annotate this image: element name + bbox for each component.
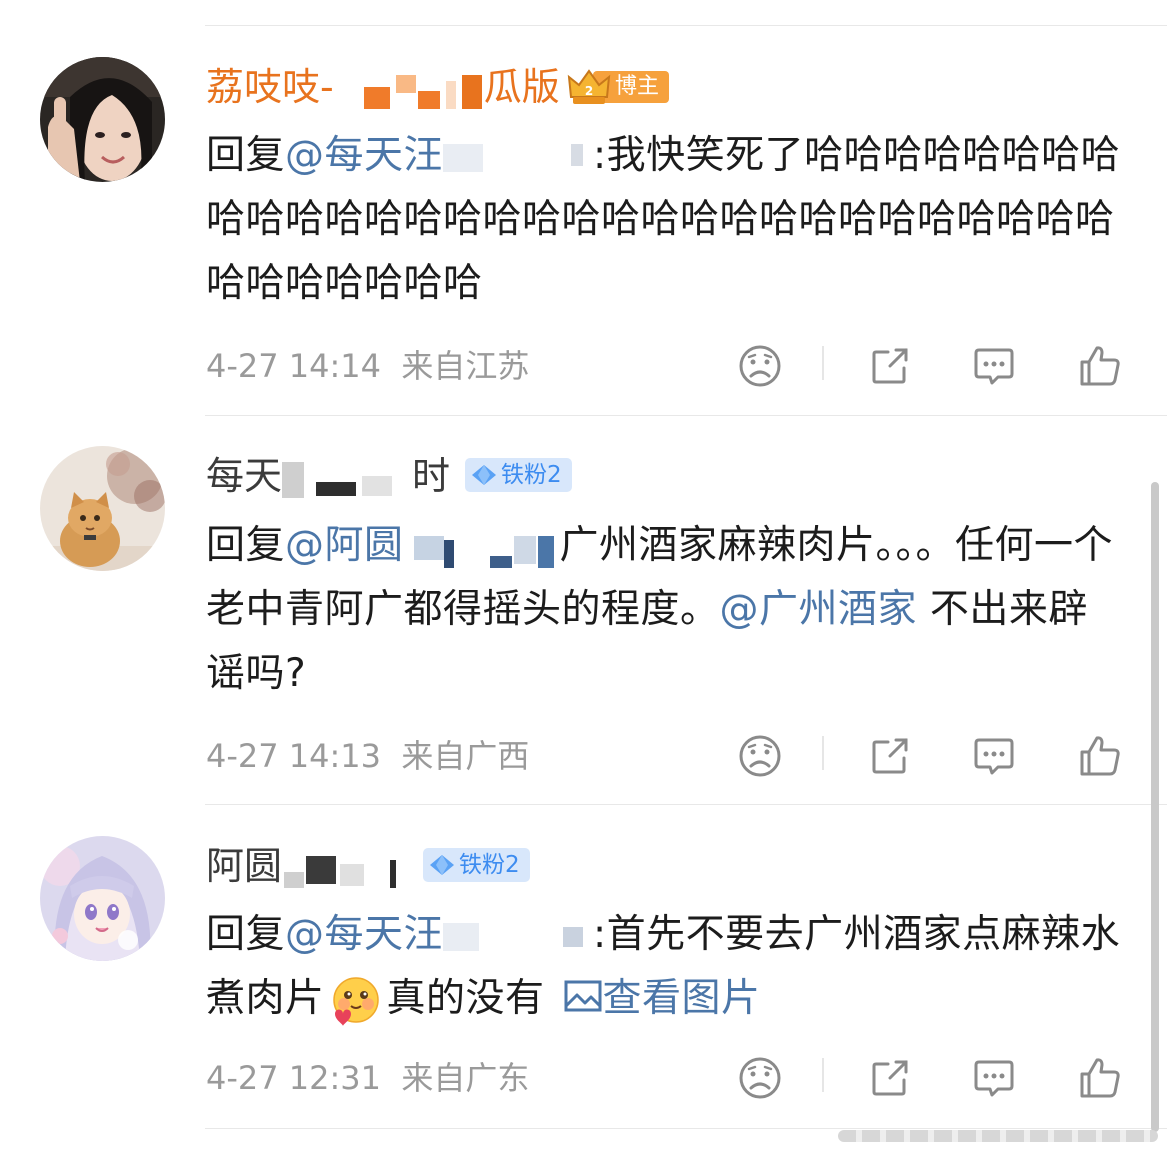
action-bar [730,342,1130,392]
comment-meta: 4-27 14:14 来自江苏 [206,346,529,386]
fan-badge[interactable]: 铁粉2 [423,848,530,882]
timestamp: 4-27 14:14 [206,347,382,385]
action-bar [730,732,1130,782]
redaction-mosaic [282,461,393,498]
comment-text: 回复@每天汪:首先不要去广州酒家点麻辣水煮肉片 真的没有 查看图片 [206,903,1126,1031]
mention-link[interactable]: @阿圆 [285,523,404,568]
comment-icon[interactable] [970,342,1018,390]
comment-divider [205,804,1167,805]
username[interactable]: 荔吱吱- 瓜版 [206,62,560,113]
reply-prefix: 回复 [206,912,286,957]
sad-face-icon[interactable] [736,732,784,780]
vertical-scrollbar[interactable] [1151,482,1159,1132]
sad-face-icon[interactable] [736,1054,784,1102]
username-text: 阿圆 [206,844,283,888]
mention-link[interactable]: @广州酒家 [720,587,918,632]
thumbs-up-icon[interactable] [1076,732,1124,780]
view-image-link[interactable]: 查看图片 [563,976,761,1021]
svg-text:2: 2 [585,84,593,98]
horizontal-scroll-indicator [838,1130,1158,1142]
fan-badge-label: 铁粉2 [459,852,520,878]
avatar[interactable] [40,836,165,961]
comment-icon[interactable] [970,732,1018,780]
thumbs-up-icon[interactable] [1076,1054,1124,1102]
comment-icon[interactable] [970,1054,1018,1102]
timestamp: 4-27 12:31 [206,1059,382,1097]
reply-text-end: 真的没有 [386,976,545,1021]
top-divider [205,25,1167,26]
username-text-end: 时 [412,454,451,498]
divider [822,1058,824,1092]
comment-divider [205,415,1167,416]
thumbs-up-icon[interactable] [1076,342,1124,390]
comment-meta: 4-27 12:31 来自广东 [206,1058,529,1098]
redaction-mosaic [443,143,584,172]
mention-link[interactable]: @每天汪 [285,912,443,957]
username[interactable]: 阿圆 [206,841,402,892]
reply-prefix: 回复 [206,523,286,568]
comment-meta: 4-27 14:13 来自广西 [206,736,529,776]
mention-link[interactable]: @每天汪 [285,133,443,178]
comment-text: 回复@阿圆 广州酒家麻辣肉片。。。任何一个老中青阿广都得摇头的程度。@广州酒家 不… [206,514,1126,706]
divider [822,346,824,380]
image-icon [564,980,602,1012]
username-text: 荔吱吱- [206,65,334,109]
comment-divider [205,1128,1167,1129]
share-icon[interactable] [866,732,914,780]
redaction-mosaic [443,922,584,951]
avatar[interactable] [40,446,165,571]
redaction-mosaic [363,74,482,109]
share-icon[interactable] [866,342,914,390]
username-text-end: 瓜版 [483,65,560,109]
redaction-mosaic [284,855,397,888]
location: 来自江苏 [401,347,530,385]
blogger-badge[interactable]: 2 博主 [567,69,670,104]
view-image-label: 查看图片 [602,976,761,1021]
crown-icon: 2 [567,69,611,104]
sad-face-icon[interactable] [736,342,784,390]
divider [822,736,824,770]
action-bar [730,1054,1130,1104]
location: 来自广西 [401,737,530,775]
avatar[interactable] [40,57,165,182]
username[interactable]: 每天 时 [206,451,450,502]
location: 来自广东 [401,1059,530,1097]
fan-badge-label: 铁粉2 [501,462,562,488]
blush-emoji-icon [332,976,379,1026]
comment-text: 回复@每天汪:我快笑死了哈哈哈哈哈哈哈哈哈哈哈哈哈哈哈哈哈哈哈哈哈哈哈哈哈哈哈哈… [206,124,1126,316]
redaction-mosaic [413,535,554,568]
username-text: 每天 [206,454,283,498]
share-icon[interactable] [866,1054,914,1102]
fan-badge[interactable]: 铁粉2 [465,458,572,492]
diamond-icon [472,465,496,485]
reply-prefix: 回复 [206,133,286,178]
timestamp: 4-27 14:13 [206,737,382,775]
diamond-icon [430,855,454,875]
